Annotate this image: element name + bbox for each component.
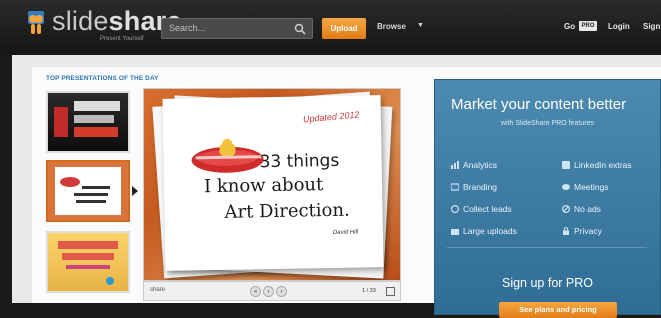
thumbnail-image xyxy=(48,162,128,220)
feature-no-ads: No ads xyxy=(562,204,601,214)
top-navigation-bar: slideshare Present Yourself Search... Up… xyxy=(0,0,661,55)
feature-meetings: Meetings xyxy=(562,182,609,192)
no-ads-icon xyxy=(562,205,570,213)
feature-branding: Branding xyxy=(451,182,497,192)
thumbnail-image xyxy=(54,101,120,137)
feature-large-uploads: Large uploads xyxy=(451,226,517,236)
upload-button[interactable]: Upload xyxy=(322,18,366,39)
feature-linkedin: LinkedIn extras xyxy=(562,160,632,170)
first-slide-icon[interactable]: « xyxy=(250,286,261,297)
slide-title-line: 33 things xyxy=(259,150,340,173)
slide-title-line: I know about xyxy=(203,174,324,198)
slideshare-logo[interactable]: slideshare Present Yourself xyxy=(26,6,181,42)
go-pro-link[interactable]: Go xyxy=(564,22,575,31)
presentation-thumbnail[interactable] xyxy=(46,91,130,153)
search-icon[interactable] xyxy=(294,23,306,35)
section-title: TOP PRESENTATIONS OF THE DAY xyxy=(46,75,159,82)
presentation-thumbnail[interactable] xyxy=(46,231,130,293)
slide-author: David Hill xyxy=(332,229,359,236)
branding-icon xyxy=(451,183,459,191)
search-input[interactable]: Search... xyxy=(161,18,313,39)
bar-chart-icon xyxy=(451,161,459,169)
feature-collect-leads: Collect leads xyxy=(451,204,512,214)
chevron-down-icon[interactable]: ▼ xyxy=(417,22,424,29)
next-slide-icon[interactable]: › xyxy=(276,286,287,297)
selected-indicator-icon xyxy=(132,186,138,196)
presentation-thumbnail-selected[interactable] xyxy=(46,160,130,222)
linkedin-icon xyxy=(562,161,570,169)
slide-viewer[interactable]: Updated 2012 33 things I know about Art … xyxy=(143,88,401,281)
lock-icon xyxy=(563,227,569,235)
promo-title: Market your content better xyxy=(451,96,627,113)
feature-analytics: Analytics xyxy=(451,160,497,170)
thumbnail-image xyxy=(58,241,118,285)
feature-privacy: Privacy xyxy=(562,226,602,236)
main-content: TOP PRESENTATIONS OF THE DAY Updated 201… xyxy=(32,67,661,318)
leads-icon xyxy=(451,205,459,213)
slide-title-line: Art Direction. xyxy=(224,199,350,223)
page-background: TOP PRESENTATIONS OF THE DAY Updated 201… xyxy=(12,55,661,318)
meetings-icon xyxy=(562,184,570,190)
logo-icon xyxy=(28,11,44,34)
pro-promo-panel: Market your content better with SlideSha… xyxy=(434,79,661,318)
previous-slide-icon[interactable]: ‹ xyxy=(263,286,274,297)
signup-link[interactable]: Sign xyxy=(643,22,660,31)
promo-subtitle: with SlideShare PRO features xyxy=(501,120,594,127)
slide-player-controls: share « ‹ › 1 / 33 xyxy=(143,281,401,301)
slide-paper: Updated 2012 33 things I know about Art … xyxy=(162,95,384,271)
see-plans-button[interactable]: See plans and pricing xyxy=(499,302,617,318)
upload-icon xyxy=(451,229,459,235)
divider xyxy=(447,247,647,248)
browse-menu[interactable]: Browse xyxy=(377,22,406,31)
page-count: 1 / 33 xyxy=(362,288,376,294)
toy-car-image xyxy=(191,138,264,173)
fullscreen-icon[interactable] xyxy=(386,287,395,296)
signup-pro-heading: Sign up for PRO xyxy=(501,276,593,290)
logo-tagline: Present Yourself xyxy=(100,36,144,42)
pro-badge[interactable]: PRO xyxy=(579,21,597,31)
share-button[interactable]: share xyxy=(150,287,165,293)
search-placeholder: Search... xyxy=(169,23,206,33)
login-link[interactable]: Login xyxy=(608,22,630,31)
slide-update-note: Updated 2012 xyxy=(302,109,360,125)
